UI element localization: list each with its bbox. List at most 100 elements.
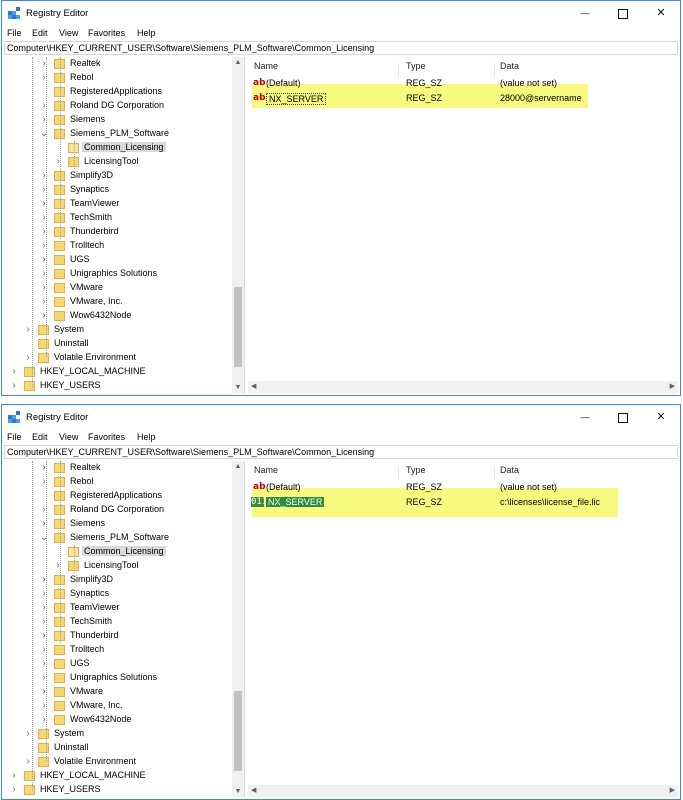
tree-item[interactable]: › LicensingTool	[4, 559, 230, 573]
tree-item[interactable]: ⌄ Siemens_PLM_Software	[4, 127, 230, 141]
column-header-data[interactable]: Data	[500, 465, 519, 475]
close-icon[interactable]: ✕	[644, 405, 678, 431]
menu-item-help[interactable]: Help	[137, 432, 156, 442]
chevron-right-icon[interactable]: ›	[10, 783, 18, 797]
title-bar[interactable]: Registry Editor — ✕	[2, 405, 680, 431]
column-divider[interactable]	[494, 467, 495, 481]
tree-item[interactable]: › TechSmith	[4, 615, 230, 629]
tree-item[interactable]: › UGS	[4, 253, 230, 267]
tree-item[interactable]: › HKEY_USERS	[4, 379, 230, 393]
values-scrollbar[interactable]: ◀ ▶	[248, 785, 678, 797]
tree-item[interactable]: RegisteredApplications	[4, 85, 230, 99]
tree-item[interactable]: › Synaptics	[4, 183, 230, 197]
tree-item[interactable]: › Roland DG Corporation	[4, 99, 230, 113]
tree-item[interactable]: › Realtek	[4, 461, 230, 475]
menu-item-view[interactable]: View	[59, 432, 78, 442]
tree-item[interactable]: › System	[4, 727, 230, 741]
tree-item[interactable]: › TeamViewer	[4, 197, 230, 211]
values-scrollbar[interactable]: ◀ ▶	[248, 381, 678, 393]
tree-item[interactable]: › Volatile Environment	[4, 755, 230, 769]
tree-item[interactable]: › System	[4, 323, 230, 337]
tree-item[interactable]: › Unigraphics Solutions	[4, 267, 230, 281]
menu-item-help[interactable]: Help	[137, 28, 156, 38]
scroll-right-icon[interactable]: ▶	[670, 381, 675, 393]
tree-item[interactable]: › Thunderbird	[4, 629, 230, 643]
value-row[interactable]: 011 NX_SERVER REG_SZ c:\licenses\license_fi…	[248, 496, 668, 510]
chevron-right-icon[interactable]: ›	[24, 351, 32, 365]
scroll-left-icon[interactable]: ◀	[251, 785, 256, 797]
title-bar[interactable]: Registry Editor — ✕	[2, 1, 680, 27]
tree-item[interactable]: › TeamViewer	[4, 601, 230, 615]
tree-item[interactable]: › TechSmith	[4, 211, 230, 225]
column-header-type[interactable]: Type	[406, 465, 426, 475]
tree-item[interactable]: RegisteredApplications	[4, 489, 230, 503]
chevron-right-icon[interactable]: ›	[24, 323, 32, 337]
maximize-icon[interactable]	[606, 405, 640, 431]
column-header-name[interactable]: Name	[254, 61, 278, 71]
scroll-up-icon[interactable]: ▲	[232, 463, 244, 470]
tree-scrollbar[interactable]: ▲ ▼	[232, 461, 244, 797]
tree-item[interactable]: › Trolltech	[4, 643, 230, 657]
tree-item[interactable]: › HKEY_USERS	[4, 783, 230, 797]
tree-item[interactable]: › Thunderbird	[4, 225, 230, 239]
address-bar[interactable]: Computer\HKEY_CURRENT_USER\Software\Siem…	[4, 41, 678, 55]
tree-item[interactable]: › Synaptics	[4, 587, 230, 601]
scroll-thumb[interactable]	[234, 287, 242, 367]
tree-scrollbar[interactable]: ▲ ▼	[232, 57, 244, 393]
value-row[interactable]: ab NX_SERVER REG_SZ 28000@servername	[248, 92, 668, 106]
column-divider[interactable]	[398, 63, 399, 77]
menu-item-favorites[interactable]: Favorites	[88, 28, 125, 38]
column-header-type[interactable]: Type	[406, 61, 426, 71]
tree-item[interactable]: › Wow6432Node	[4, 713, 230, 727]
tree-item[interactable]: › HKEY_LOCAL_MACHINE	[4, 769, 230, 783]
tree-item[interactable]: › Siemens	[4, 113, 230, 127]
tree-item[interactable]: Common_Licensing	[4, 545, 230, 559]
menu-item-edit[interactable]: Edit	[32, 28, 48, 38]
column-divider[interactable]	[494, 63, 495, 77]
column-divider[interactable]	[398, 467, 399, 481]
maximize-icon[interactable]	[606, 1, 640, 27]
address-bar[interactable]: Computer\HKEY_CURRENT_USER\Software\Siem…	[4, 445, 678, 459]
menu-item-favorites[interactable]: Favorites	[88, 432, 125, 442]
chevron-right-icon[interactable]: ›	[24, 727, 32, 741]
menu-item-file[interactable]: File	[7, 432, 22, 442]
scroll-down-icon[interactable]: ▼	[232, 384, 244, 391]
scroll-down-icon[interactable]: ▼	[232, 788, 244, 795]
minimize-icon[interactable]: —	[568, 405, 602, 431]
tree-item[interactable]: › Simplify3D	[4, 169, 230, 183]
tree-item[interactable]: › VMware	[4, 281, 230, 295]
menu-item-edit[interactable]: Edit	[32, 432, 48, 442]
column-header-data[interactable]: Data	[500, 61, 519, 71]
menu-item-file[interactable]: File	[7, 28, 22, 38]
close-icon[interactable]: ✕	[644, 1, 678, 27]
tree-item[interactable]: › Unigraphics Solutions	[4, 671, 230, 685]
chevron-right-icon[interactable]: ›	[10, 365, 18, 379]
minimize-icon[interactable]: —	[568, 1, 602, 27]
scroll-left-icon[interactable]: ◀	[251, 381, 256, 393]
scroll-up-icon[interactable]: ▲	[232, 59, 244, 66]
tree-item[interactable]: › Roland DG Corporation	[4, 503, 230, 517]
tree-item[interactable]: ⌄ Siemens_PLM_Software	[4, 531, 230, 545]
value-row[interactable]: ab (Default) REG_SZ (value not set)	[248, 481, 668, 495]
tree-item[interactable]: › Trolltech	[4, 239, 230, 253]
tree-item[interactable]: › Siemens	[4, 517, 230, 531]
tree-item[interactable]: › Realtek	[4, 57, 230, 71]
tree-item[interactable]: › VMware, Inc.	[4, 699, 230, 713]
tree-item[interactable]: › UGS	[4, 657, 230, 671]
tree-item[interactable]: › HKEY_LOCAL_MACHINE	[4, 365, 230, 379]
tree-item[interactable]: › Rebol	[4, 71, 230, 85]
tree-item[interactable]: › VMware, Inc.	[4, 295, 230, 309]
tree-item[interactable]: › Wow6432Node	[4, 309, 230, 323]
chevron-right-icon[interactable]: ›	[10, 769, 18, 783]
chevron-right-icon[interactable]: ›	[10, 379, 18, 393]
tree-item[interactable]: › VMware	[4, 685, 230, 699]
scroll-right-icon[interactable]: ▶	[670, 785, 675, 797]
tree-item[interactable]: › Volatile Environment	[4, 351, 230, 365]
tree-item[interactable]: › LicensingTool	[4, 155, 230, 169]
menu-item-view[interactable]: View	[59, 28, 78, 38]
tree-item[interactable]: › Rebol	[4, 475, 230, 489]
scroll-thumb[interactable]	[234, 691, 242, 771]
tree-item[interactable]: › Simplify3D	[4, 573, 230, 587]
tree-item[interactable]: Uninstall	[4, 337, 230, 351]
tree-item[interactable]: Uninstall	[4, 741, 230, 755]
